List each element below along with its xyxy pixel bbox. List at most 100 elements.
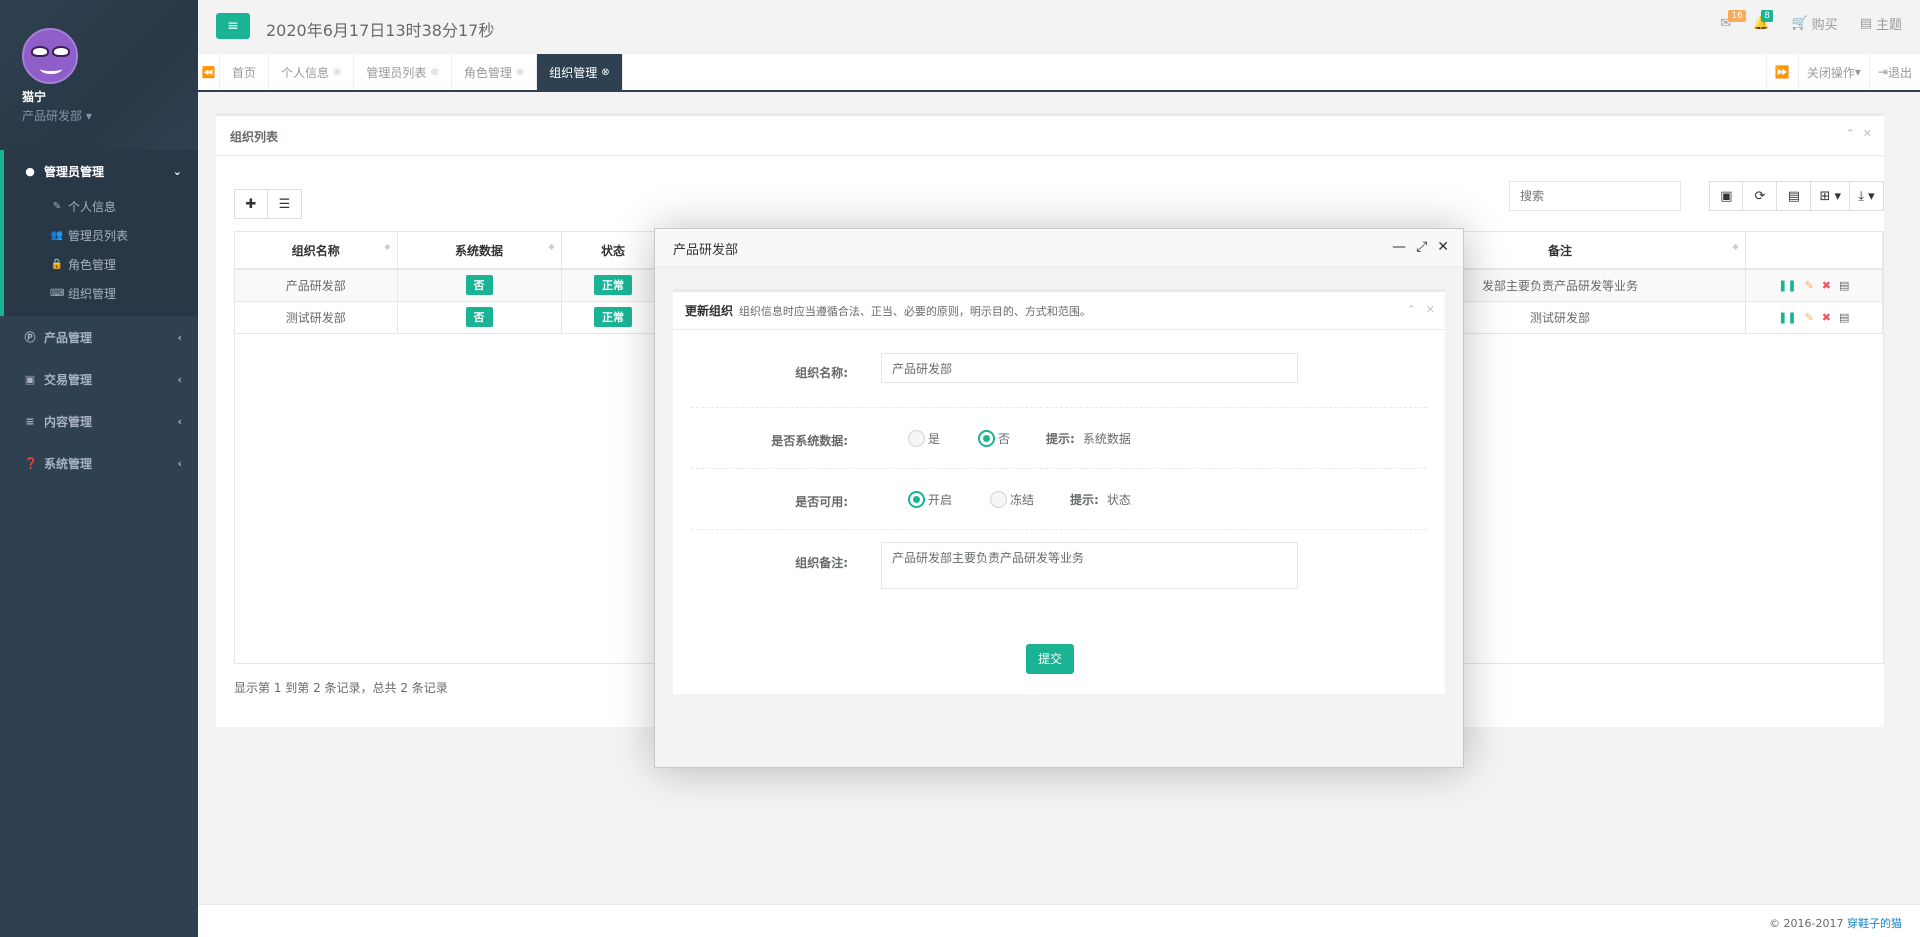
minimize-icon[interactable]: — (1392, 239, 1406, 255)
close-icon[interactable]: ✕ (1437, 239, 1449, 255)
mail-count-badge: 16 (1728, 10, 1746, 22)
user-icon: ● (25, 164, 35, 178)
close-icon[interactable]: ✕ (1863, 127, 1872, 140)
close-tab-icon[interactable]: ⊗ (516, 67, 524, 78)
org-name-field[interactable]: 产品研发部 (881, 353, 1298, 383)
double-left-icon: ⏪ (201, 65, 216, 79)
dialog-header: 产品研发部 — ⤢ ✕ (655, 229, 1463, 267)
list-button[interactable]: ☰ (268, 189, 302, 219)
delete-icon[interactable]: ✖ (1822, 279, 1831, 292)
sidebar-group-product: Ⓟ 产品管理 ‹ (0, 316, 198, 358)
column-header-system[interactable]: 系统数据 ◆ (397, 232, 562, 270)
theme-icon: ▤ (1859, 16, 1872, 31)
list-icon: ≡ (25, 414, 35, 428)
enabled-off-radio[interactable] (990, 491, 1008, 508)
column-header-ops (1745, 232, 1883, 270)
edit-icon[interactable]: ✎ (1805, 311, 1814, 324)
system-no-radio[interactable] (978, 430, 996, 447)
buy-link[interactable]: 🛒 购买 (1791, 14, 1837, 33)
user-name: 猫宁 (22, 90, 47, 104)
list-icon: ☰ (278, 196, 291, 212)
sidebar-item-profile[interactable]: ✎ 个人信息 (4, 192, 198, 221)
close-tab-icon[interactable]: ⊗ (333, 67, 341, 78)
sort-icon: ◆ (548, 241, 555, 251)
sort-icon: ◆ (1732, 241, 1739, 251)
edit-org-dialog: 产品研发部 — ⤢ ✕ 更新组织 组织信息时应当遵循合法、正当、必要的原则，明示… (654, 228, 1464, 768)
double-right-icon: ⏩ (1774, 65, 1790, 79)
sidebar-item-admin-list[interactable]: 👥 管理员列表 (4, 221, 198, 250)
sidebar-item-org[interactable]: ⌨ 组织管理 (4, 279, 198, 308)
delete-icon[interactable]: ✖ (1822, 311, 1831, 324)
mail-button[interactable]: ✉ 16 (1720, 10, 1746, 31)
menu-toggle-button[interactable]: ≡ (216, 13, 250, 39)
sidebar-group-content: ≡ 内容管理 ‹ (0, 400, 198, 442)
close-tab-icon[interactable]: ⊗ (430, 67, 438, 78)
tab-admin-list[interactable]: 管理员列表 ⊗ (354, 54, 452, 90)
tab-profile[interactable]: 个人信息 ⊗ (269, 54, 355, 90)
author-link[interactable]: 穿鞋子的猫 (1847, 917, 1902, 930)
user-edit-icon: ✎ (52, 201, 62, 212)
table-view-icon: ▤ (1787, 188, 1801, 204)
org-remark-textarea[interactable]: 产品研发部主要负责产品研发等业务 (881, 542, 1298, 589)
question-icon: ❓ (24, 456, 38, 470)
hamburger-icon: ≡ (227, 18, 239, 34)
maximize-icon[interactable]: ⤢ (1416, 239, 1427, 255)
pause-icon[interactable]: ❚❚ (1778, 279, 1796, 292)
tabs-scroll-right-button[interactable]: ⏩ (1765, 54, 1798, 90)
system-yes-radio[interactable] (908, 430, 925, 447)
tab-org[interactable]: 组织管理 ⊗ (537, 54, 623, 90)
panel-title: 组织列表 ⌃ ✕ (216, 116, 1884, 156)
column-header-name[interactable]: 组织名称 ◆ (235, 232, 398, 270)
close-ops-dropdown[interactable]: 关闭操作 ▾ (1797, 54, 1869, 90)
toggle-search-button[interactable]: ▣ (1709, 181, 1744, 211)
tab-home[interactable]: 首页 (220, 54, 270, 90)
search-input[interactable] (1509, 181, 1681, 211)
close-icon[interactable]: ✕ (1426, 303, 1435, 316)
avatar[interactable] (22, 28, 78, 84)
chevron-left-icon: ‹ (177, 414, 182, 428)
tab-roles[interactable]: 角色管理 ⊗ (452, 54, 538, 90)
detail-icon[interactable]: ▤ (1839, 311, 1849, 324)
sidebar-item-trade[interactable]: ▣ 交易管理 ‹ (0, 358, 198, 400)
collapse-icon[interactable]: ⌃ (1846, 127, 1855, 140)
sidebar-item-product[interactable]: Ⓟ 产品管理 ‹ (0, 316, 198, 358)
tabs-scroll-left-button[interactable]: ⏪ (198, 54, 220, 90)
plus-icon: ✚ (245, 196, 257, 212)
export-button[interactable]: ⤓ ▾ (1850, 181, 1884, 211)
footer: © 2016-2017 穿鞋子的猫 (198, 904, 1920, 937)
column-header-status[interactable]: 状态 (561, 232, 666, 270)
product-icon: Ⓟ (24, 331, 36, 344)
refresh-button[interactable]: ⟳ (1743, 181, 1778, 211)
detail-icon[interactable]: ▤ (1839, 279, 1849, 292)
user-dept-dropdown[interactable]: 产品研发部 ▾ (22, 107, 198, 124)
form-row-enabled: 是否可用: 开启 冻结 提示: 状态 (691, 469, 1427, 530)
keyboard-icon: ⌨ (50, 288, 65, 299)
system-badge: 否 (465, 307, 493, 327)
sidebar-item-content[interactable]: ≡ 内容管理 ‹ (0, 400, 198, 442)
profile-panel: 猫宁 产品研发部 ▾ (0, 0, 198, 150)
toggle-view-button[interactable]: ▤ (1777, 181, 1812, 211)
collapse-icon[interactable]: ⌃ (1407, 303, 1416, 316)
enabled-on-radio[interactable] (908, 491, 925, 508)
notifications-button[interactable]: 🔔 8 (1753, 10, 1774, 31)
export-icon: ⤓ ▾ (1858, 188, 1875, 204)
theme-link[interactable]: ▤ 主题 (1860, 14, 1902, 33)
close-tab-icon[interactable]: ⊗ (601, 67, 609, 78)
sidebar-item-system[interactable]: ❓ 系统管理 ‹ (0, 442, 198, 484)
sidebar-item-admin[interactable]: ● 管理员管理 ⌄ (4, 150, 198, 192)
update-org-box: 更新组织 组织信息时应当遵循合法、正当、必要的原则，明示目的、方式和范围。 ⌃ … (673, 289, 1445, 694)
edit-icon[interactable]: ✎ (1805, 279, 1814, 292)
columns-button[interactable]: ⊞ ▾ (1811, 181, 1850, 211)
logout-button[interactable]: ⇥ 退出 (1868, 54, 1920, 90)
chevron-left-icon: ‹ (177, 456, 182, 470)
add-button[interactable]: ✚ (234, 189, 268, 219)
users-icon: 👥 (50, 230, 64, 241)
pagination-info: 显示第 1 到第 2 条记录，总共 2 条记录 (234, 681, 448, 695)
pause-icon[interactable]: ❚❚ (1778, 311, 1796, 324)
box-title: 更新组织 组织信息时应当遵循合法、正当、必要的原则，明示目的、方式和范围。 ⌃ … (673, 292, 1445, 330)
sidebar: 猫宁 产品研发部 ▾ ● 管理员管理 ⌄ ✎ 个人信息 👥 管理员列表 🔒 角色管理 … (0, 0, 198, 937)
submit-button[interactable]: 提交 (1026, 644, 1074, 674)
system-badge: 否 (465, 275, 493, 296)
sidebar-item-roles[interactable]: 🔒 角色管理 (4, 250, 198, 279)
sort-icon: ◆ (384, 241, 391, 251)
